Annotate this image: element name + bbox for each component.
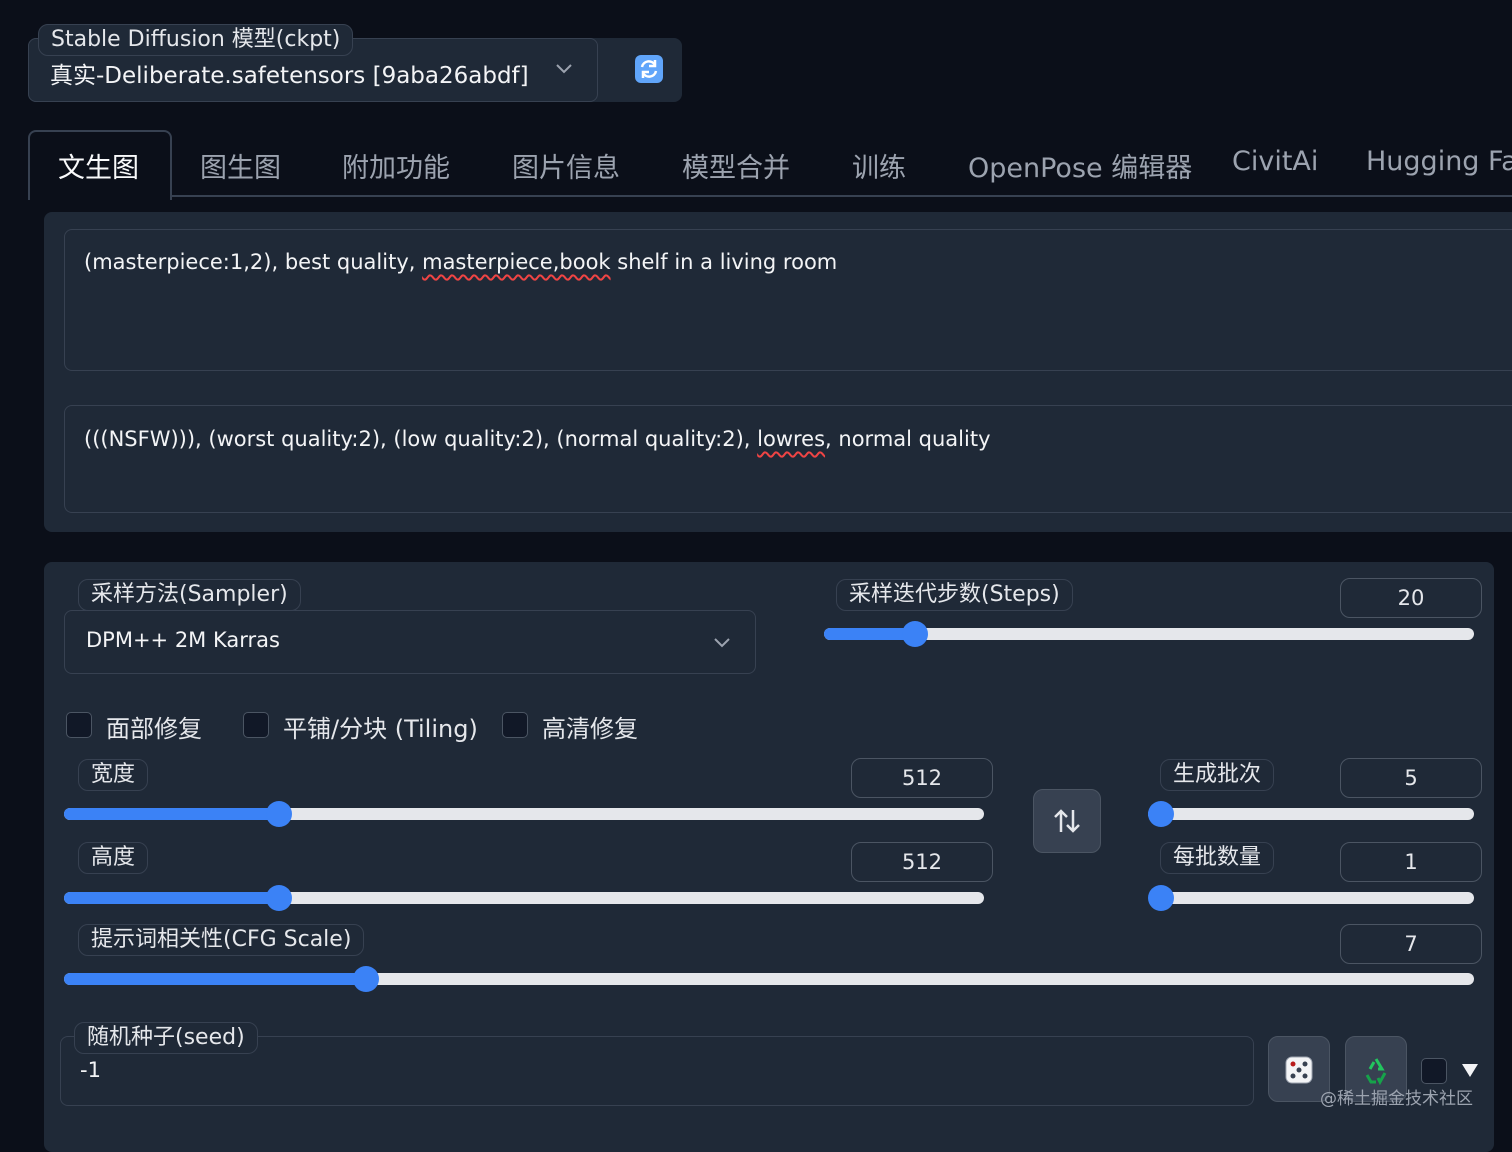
cfg-slider-thumb[interactable] [352,966,379,992]
height-input[interactable]: 512 [851,842,993,882]
model-value: 真实-Deliberate.safetensors [9aba26abdf] [50,63,529,89]
batch-count-slider-thumb[interactable] [1148,801,1175,827]
steps-label: 采样迭代步数(Steps) [836,579,1073,611]
height-slider[interactable] [64,885,984,911]
dice-icon [1284,1055,1314,1089]
chevron-down-icon [554,58,574,82]
tab-checkpoint-merger[interactable]: 模型合并 [682,146,790,185]
sampler-label: 采样方法(Sampler) [78,579,301,611]
hires-fix-checkbox[interactable] [502,712,528,738]
width-label: 宽度 [78,759,149,791]
width-slider[interactable] [64,801,984,827]
prompt-text: (masterpiece:1,2), best quality, masterp… [84,250,837,274]
extra-seed-checkbox[interactable] [1421,1058,1447,1084]
prompt-text-part1: (masterpiece:1,2), best quality, [84,250,423,274]
batch-count-input[interactable]: 5 [1340,758,1482,798]
steps-slider-thumb[interactable] [902,621,928,647]
negative-prompt-textarea[interactable] [64,405,1512,513]
batch-count-label: 生成批次 [1160,759,1275,791]
width-slider-fill [64,808,280,820]
triangle-down-icon[interactable] [1461,1061,1479,1083]
seed-value: -1 [80,1058,101,1082]
negative-prompt-misspelling: lowres [757,427,826,451]
tab-bar-line [28,195,1512,197]
steps-slider[interactable] [824,621,1474,647]
prompt-misspelling: masterpiece,book [422,250,611,274]
tiling-label: 平铺/分块 (Tiling) [283,715,478,743]
steps-input[interactable]: 20 [1340,578,1482,618]
tab-hugging-face[interactable]: Hugging Face [1366,146,1512,177]
chevron-down-icon [712,632,732,656]
width-input[interactable]: 512 [851,758,993,798]
watermark: @稀土掘金技术社区 [1320,1089,1473,1109]
tab-openpose-editor[interactable]: OpenPose 编辑器 [968,146,1192,185]
swap-arrows-icon [1052,806,1082,840]
model-label: Stable Diffusion 模型(ckpt) [38,24,354,56]
batch-size-slider[interactable] [1148,885,1474,911]
refresh-icon[interactable] [634,54,664,84]
sampler-value: DPM++ 2M Karras [86,628,280,652]
cfg-label: 提示词相关性(CFG Scale) [78,924,365,956]
negative-prompt-text: (((NSFW))), (worst quality:2), (low qual… [84,427,991,451]
cfg-slider-fill [64,973,366,985]
tab-civitai[interactable]: CivitAi [1232,146,1318,177]
negative-prompt-part1: (((NSFW))), (worst quality:2), (low qual… [84,427,758,451]
tab-txt2img-label: 文生图 [58,153,139,184]
batch-size-input[interactable]: 1 [1340,842,1482,882]
batch-size-slider-thumb[interactable] [1148,885,1174,911]
face-restore-label: 面部修复 [106,715,202,743]
height-slider-fill [64,892,280,904]
cfg-input[interactable]: 7 [1340,924,1482,964]
tab-png-info[interactable]: 图片信息 [512,146,620,185]
negative-prompt-part2: , normal quality [825,427,991,451]
tab-img2img[interactable]: 图生图 [200,146,281,185]
hires-fix-label: 高清修复 [542,715,638,743]
tab-extras[interactable]: 附加功能 [342,146,450,185]
batch-size-label: 每批数量 [1160,842,1275,874]
tab-train[interactable]: 训练 [852,146,906,185]
face-restore-checkbox[interactable] [66,712,92,738]
batch-count-slider[interactable] [1148,801,1474,827]
swap-dimensions-button[interactable] [1033,789,1101,853]
seed-label: 随机种子(seed) [74,1022,258,1054]
tiling-checkbox[interactable] [243,712,269,738]
height-label: 高度 [78,842,149,874]
prompt-text-part2: shelf in a living room [610,250,838,274]
cfg-slider[interactable] [64,966,1474,992]
